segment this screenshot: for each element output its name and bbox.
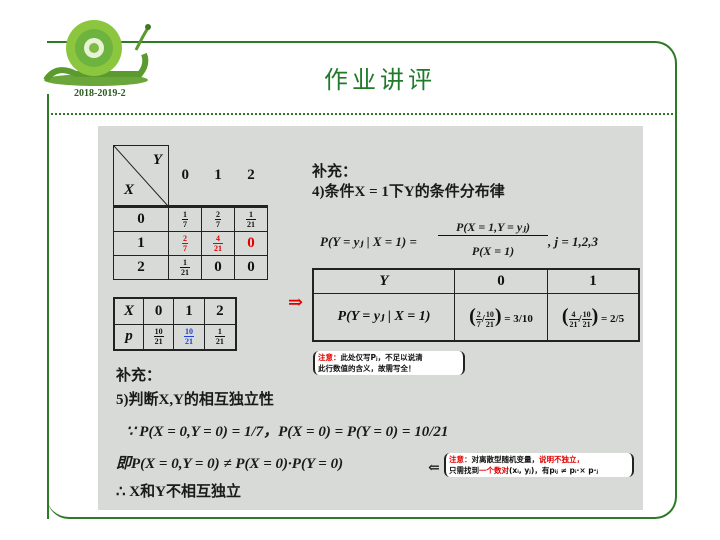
cell-fraction: 4 21: [213, 234, 223, 253]
formula-left: P(Y = yⱼ | X = 1) =: [320, 234, 417, 249]
cell-fraction: 27: [215, 210, 221, 229]
supplement-heading-2: 补充：: [116, 368, 162, 384]
formula-right: , j = 1,2,3: [548, 234, 599, 249]
formula-numerator: P(X = 1,Y = yⱼ): [438, 220, 548, 236]
cond-row-label: P(Y = yⱼ | X = 1): [312, 292, 455, 342]
implies-arrow: ⇒: [288, 292, 304, 312]
col-header: 2: [247, 166, 255, 183]
inequality-line: 即P(X = 0,Y = 0) ≠ P(X = 0)·P(Y = 0): [116, 456, 344, 472]
note-callout-1: 注意：此处仅写Pⱼ，不足以说清 此行数值的含义，故需写全！: [313, 351, 465, 375]
formula-denominator: P(X = 1): [471, 244, 515, 258]
page-title: 作业讲评: [324, 66, 436, 94]
probability-line: ∵ P(X = 0,Y = 0) = 1/7，P(X = 0) = P(Y = …: [126, 424, 449, 440]
cell-fraction: 1 21: [246, 210, 256, 229]
cell-fraction: 1 21: [214, 327, 225, 347]
cell-fraction: 10 21: [153, 327, 164, 347]
supplement-heading: 补充：: [312, 164, 358, 180]
table-row: 1 27 4 21 0: [113, 231, 268, 256]
left-arrow-icon: ⇐: [428, 461, 440, 476]
conditional-distribution-table: Y 0 1 P(Y = yⱼ | X = 1) (2 7/10 21) = 3/10…: [312, 268, 640, 342]
table-corner: Y X: [113, 145, 169, 206]
joint-distribution-table: Y X 0 1 2 0 17 27 1 21 1 27 4 21 0 2 1 21 0…: [113, 145, 268, 280]
cell-fraction: 17: [182, 210, 188, 229]
cond-value-0: (2 7/10 21) = 3/10: [454, 292, 548, 342]
col-header: 0: [181, 166, 190, 183]
table-row: 0 17 27 1 21: [113, 207, 268, 232]
conditional-distribution-line: 4)条件X = 1下Y的条件分布律: [312, 184, 505, 200]
cell-fraction: 1 21: [180, 258, 190, 277]
dotted-divider: [47, 113, 677, 115]
cell-fraction: 27: [182, 234, 188, 253]
frame-left-border: [47, 94, 49, 519]
table-row: 2 1 21 0 0: [113, 255, 268, 280]
cond-value-1: (4 21/10 21) = 2/5: [546, 292, 640, 342]
independence-line: 5)判断X,Y的相互独立性: [116, 392, 274, 408]
col-header: 1: [214, 166, 222, 183]
conclusion-line: ∴ X和Y不相互独立: [116, 484, 241, 500]
note-callout-2: 注意：对离散型随机变量，说明不独立， 只需找到一个数对(xᵢ, yⱼ)，有pᵢⱼ…: [444, 453, 634, 477]
marginal-distribution-table: X 0 1 2 p 10 21 10 21 1 21: [113, 297, 237, 351]
cell-fraction: 10 21: [184, 327, 195, 347]
